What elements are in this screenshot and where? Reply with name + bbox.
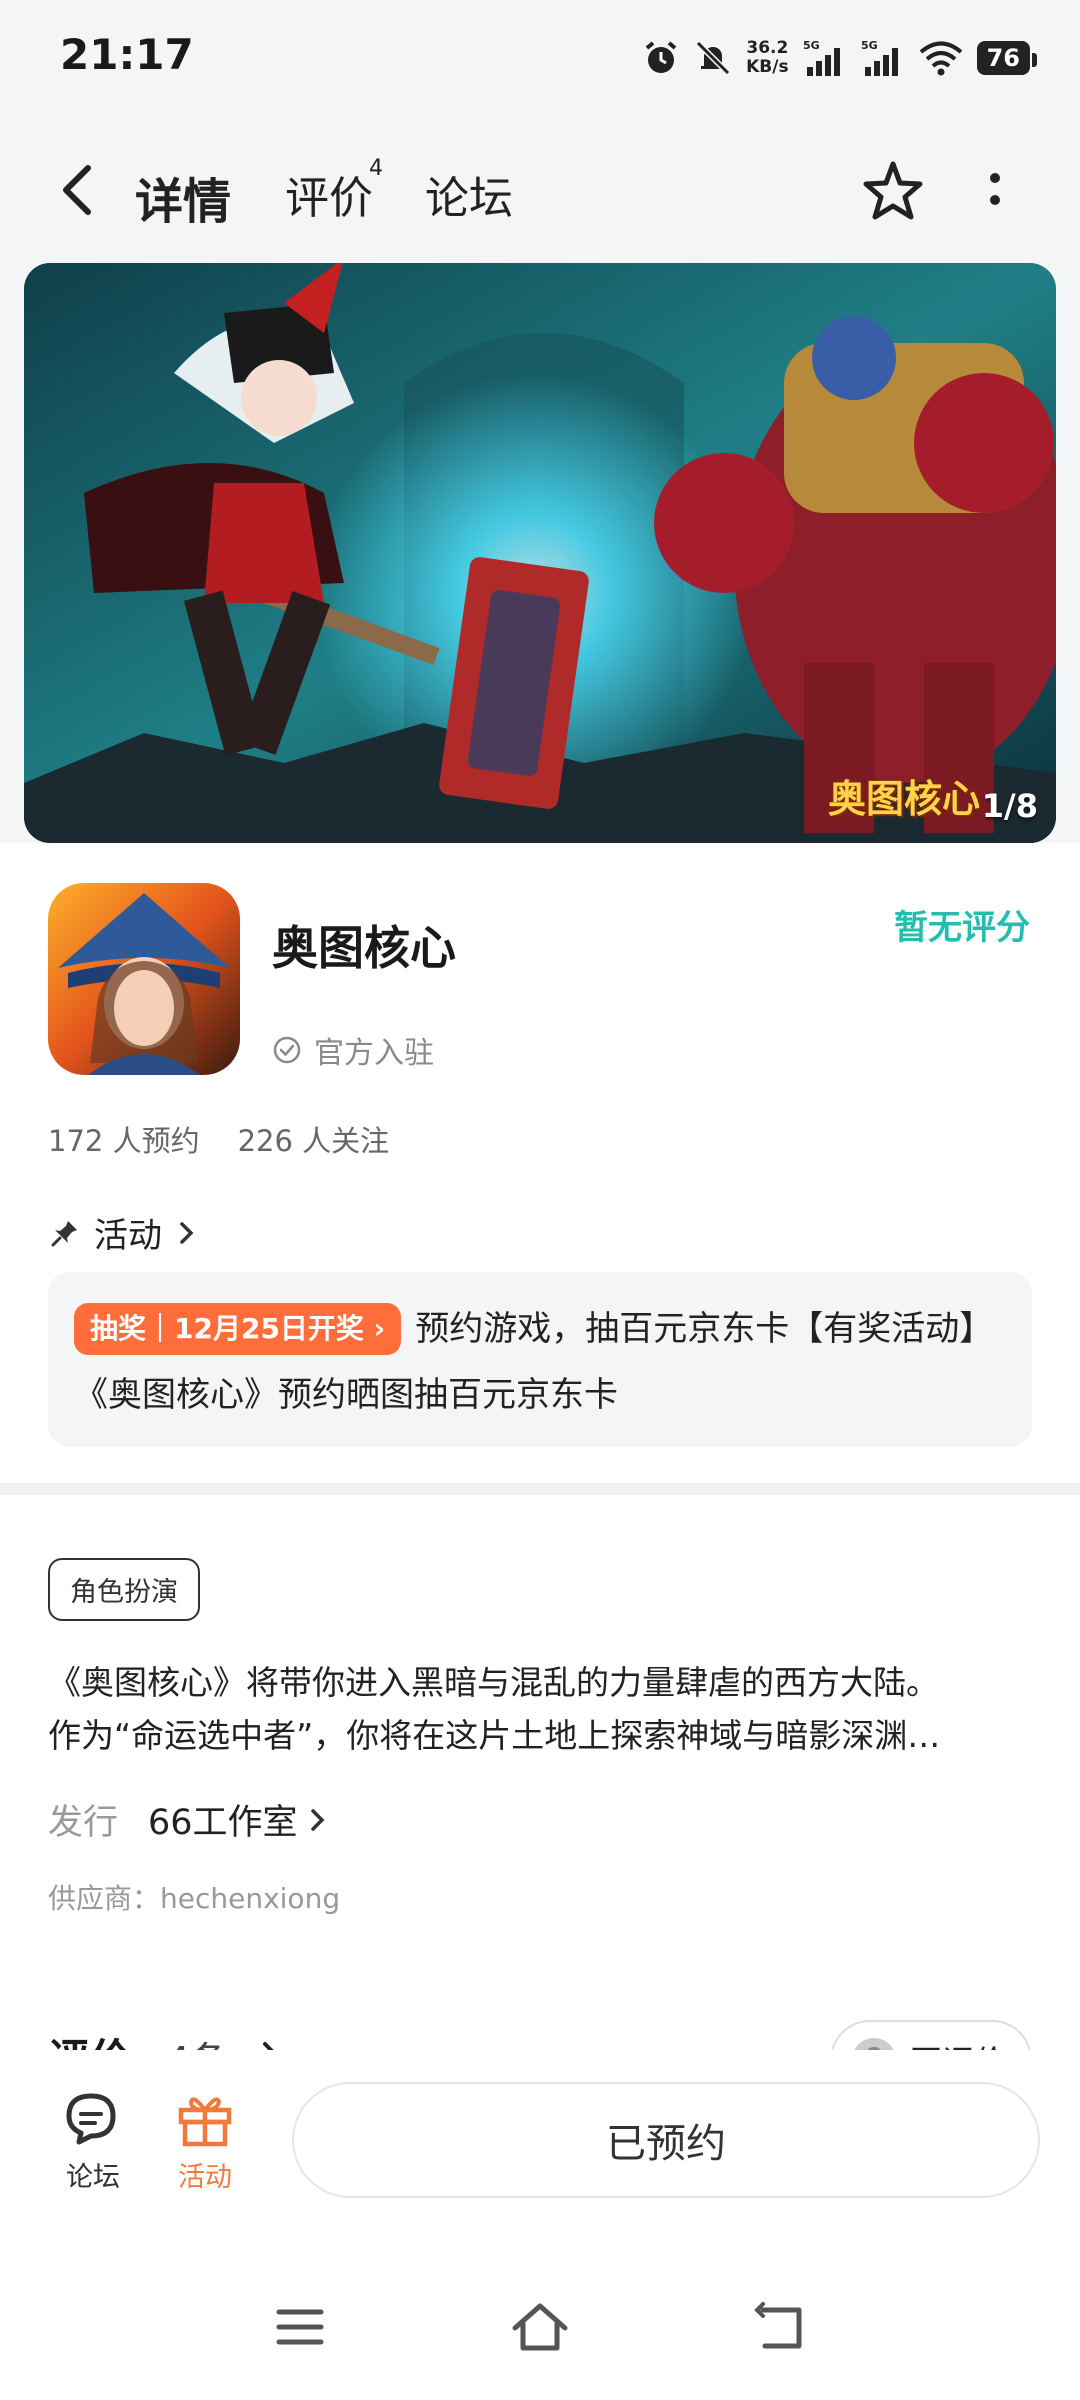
forum-chat-icon [66,2093,116,2145]
verified-check-icon [273,1036,301,1064]
status-icons: 36.2 KB/s 5G 5G 76 [642,30,1038,86]
status-bar: 21:17 36.2 KB/s 5G 5G 76 [0,0,1080,115]
banner-artwork [24,263,1056,843]
back-arrow-icon[interactable] [50,160,110,220]
app-name: 奥图核心 [272,921,456,975]
signal-icon-1: 5G [803,39,840,76]
lottery-tag-label: 抽奖｜12月25日开奖 [90,1312,364,1345]
genre-tag[interactable]: 角色扮演 [48,1558,200,1621]
top-nav: 详情 评价4 论坛 [0,140,1080,240]
publisher-name: 66工作室 [148,1803,298,1843]
score-label: 暂无评分 [894,908,1030,948]
status-time: 21:17 [60,30,194,79]
pin-icon [51,1220,77,1246]
tab-review-badge: 4 [369,156,383,182]
home-icon[interactable] [505,2292,575,2362]
tab-detail-label: 详情 [135,174,232,230]
supplier-text: 供应商：hechenxiong [48,1882,341,1915]
reservation-count: 172 人预约 [48,1124,200,1158]
gift-icon [178,2097,232,2147]
tab-forum[interactable]: 论坛 [425,162,513,226]
activity-header[interactable]: 活动 [50,1208,198,1257]
official-badge: 官方入驻 [272,1028,434,1072]
tab-review-label: 评价 [285,173,373,224]
app-icon-artwork [48,883,240,1075]
mute-bell-icon [696,40,731,76]
follower-count: 226 人关注 [237,1124,390,1158]
chevron-right-icon [180,1221,194,1244]
app-detail-page: 21:17 36.2 KB/s 5G 5G 76 详情 评价4 论坛 奥图核心 … [0,0,1080,2400]
signal-icon-2: 5G [861,39,898,76]
bottom-activity-button[interactable]: 活动 [160,2090,250,2194]
banner-logo: 奥图核心 [827,777,980,821]
app-icon [48,883,240,1075]
reserved-button[interactable]: 已预约 [292,2082,1040,2198]
system-nav-bar [0,2250,1080,2400]
publisher-label: 发行 [48,1803,119,1843]
more-options-icon[interactable] [975,160,1015,220]
activity-heading: 活动 [94,1216,162,1256]
alarm-icon [645,41,677,73]
bottom-activity-label: 活动 [178,2162,232,2193]
publisher-chevron-icon [310,1808,325,1831]
game-description[interactable]: 《奥图核心》将带你进入黑暗与混乱的力量肆虐的西方大陆。 作为“命运选中者”，你将… [48,1656,1038,1762]
publisher-row[interactable]: 发行 66工作室 [48,1794,332,1845]
svg-text:5G: 5G [861,39,878,52]
menu-icon[interactable] [265,2292,335,2362]
bottom-forum-label: 论坛 [66,2162,120,2193]
battery-indicator: 76 [976,41,1038,75]
tab-forum-label: 论坛 [425,173,513,224]
star-icon[interactable] [860,158,926,224]
description-line-1: 《奥图核心》将带你进入黑暗与混乱的力量肆虐的西方大陆。 [48,1663,939,1702]
lottery-tag: 抽奖｜12月25日开奖 › [74,1303,402,1355]
banner-counter: 1/8 [981,787,1038,825]
network-speed: 36.2 KB/s [746,39,788,77]
section-divider [0,1483,1080,1495]
wifi-icon [919,41,962,76]
stats-row: 172 人预约 226 人关注 [48,1118,389,1160]
description-line-2: 作为“命运选中者”，你将在这片土地上探索神域与暗影深渊… [48,1716,941,1755]
speed-value: 36.2 [746,38,789,58]
banner-image[interactable]: 奥图核心 1/8 [24,263,1056,843]
bottom-forum-button[interactable]: 论坛 [48,2090,138,2194]
official-label: 官方入驻 [314,1036,434,1071]
activity-card[interactable]: 抽奖｜12月25日开奖 › 预约游戏，抽百元京东卡【有奖活动】《奥图核心》预约晒图… [48,1272,1032,1447]
tab-review[interactable]: 评价4 [285,156,387,226]
svg-text:5G: 5G [803,39,820,52]
speed-unit: KB/s [746,57,789,77]
bottom-action-bar: 论坛 活动 已预约 [0,2050,1080,2250]
tab-detail[interactable]: 详情 [131,162,236,232]
back-icon[interactable] [745,2292,815,2362]
